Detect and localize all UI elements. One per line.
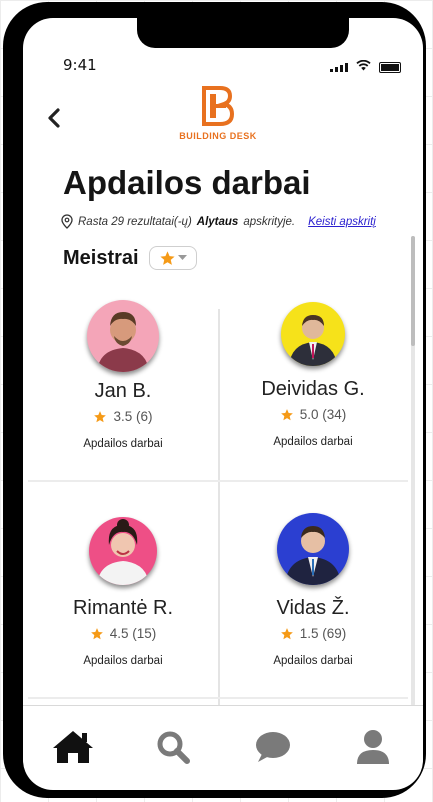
status-icons <box>330 58 401 76</box>
avatar <box>89 517 157 585</box>
phone-frame: 9:41 BUILDING DESK Apdailos darbai Rasta… <box>3 2 426 798</box>
star-icon <box>90 627 103 639</box>
notch <box>137 18 349 48</box>
star-icon <box>280 627 293 639</box>
worker-rating: 1.5 (69) <box>218 626 408 641</box>
worker-name: Rimantė R. <box>72 597 174 619</box>
worker-specialty: Apdailos darbai <box>83 655 163 667</box>
building-desk-logo-icon <box>202 86 235 126</box>
worker-rating: 3.5 (6) <box>28 409 218 424</box>
worker-name: Jan B. <box>94 380 152 402</box>
scrollbar[interactable] <box>411 236 415 706</box>
back-button[interactable] <box>43 106 67 130</box>
nav-profile[interactable] <box>348 726 398 768</box>
location-pin-icon <box>61 214 73 229</box>
location-info: Rasta 29 rezultatai(-ų) Alytaus apskrity… <box>61 214 376 229</box>
worker-card[interactable]: Deividas G. 5.0 (34) Apdailos darbai <box>218 300 408 448</box>
bottom-navigation <box>23 705 423 790</box>
region-name: Alytaus <box>196 215 239 228</box>
status-time: 9:41 <box>63 56 97 74</box>
worker-card[interactable]: Rimantė R. 4.5 (15) Apdailos darbai <box>28 517 218 667</box>
app-screen: 9:41 BUILDING DESK Apdailos darbai Rasta… <box>23 18 423 790</box>
worker-specialty: Apdailos darbai <box>83 438 163 450</box>
chevron-left-icon <box>48 108 60 128</box>
logo: BUILDING DESK <box>173 86 263 141</box>
logo-text: BUILDING DESK <box>179 131 257 141</box>
section-title: Meistrai <box>63 246 139 269</box>
rating-value: 4.5 (15) <box>109 626 157 641</box>
grid-divider-horizontal <box>28 697 408 699</box>
grid-divider-horizontal <box>28 480 408 482</box>
star-icon <box>94 410 107 422</box>
battery-icon <box>379 61 401 73</box>
rating-value: 3.5 (6) <box>113 409 153 424</box>
worker-rating: 5.0 (34) <box>218 407 408 422</box>
results-count: Rasta 29 rezultatai(-ų) <box>78 215 192 228</box>
workers-section-header: Meistrai <box>63 246 197 270</box>
rating-value: 1.5 (69) <box>299 626 347 641</box>
worker-card[interactable]: Vidas Ž. 1.5 (69) Apdailos darbai <box>218 513 408 667</box>
search-icon <box>157 731 190 764</box>
star-icon <box>160 250 175 265</box>
nav-home[interactable] <box>48 726 98 768</box>
nav-search[interactable] <box>148 726 198 768</box>
worker-specialty: Apdailos darbai <box>273 436 353 448</box>
change-region-link[interactable]: Keisti apskritį <box>308 216 376 228</box>
scrollbar-thumb[interactable] <box>411 236 415 346</box>
star-icon <box>280 408 293 420</box>
worker-name: Deividas G. <box>261 378 365 400</box>
rating-filter-dropdown[interactable] <box>148 246 197 270</box>
nav-messages[interactable] <box>248 726 298 768</box>
avatar <box>281 302 345 366</box>
chat-icon <box>256 732 290 762</box>
avatar <box>277 513 349 585</box>
worker-rating: 4.5 (15) <box>28 626 218 641</box>
home-icon <box>53 731 93 763</box>
worker-card[interactable]: Jan B. 3.5 (6) Apdailos darbai <box>28 300 218 450</box>
region-suffix: apskrityje. <box>243 215 296 228</box>
profile-icon <box>357 730 389 764</box>
rating-value: 5.0 (34) <box>299 407 347 422</box>
avatar <box>87 300 159 372</box>
signal-icon <box>330 62 348 72</box>
worker-name: Vidas Ž. <box>276 597 350 619</box>
page-title: Apdailos darbai <box>63 164 311 201</box>
worker-specialty: Apdailos darbai <box>273 655 353 667</box>
workers-grid: Jan B. 3.5 (6) Apdailos darbai Deividas … <box>28 295 408 705</box>
caret-down-icon <box>177 255 187 260</box>
wifi-icon <box>356 58 371 76</box>
